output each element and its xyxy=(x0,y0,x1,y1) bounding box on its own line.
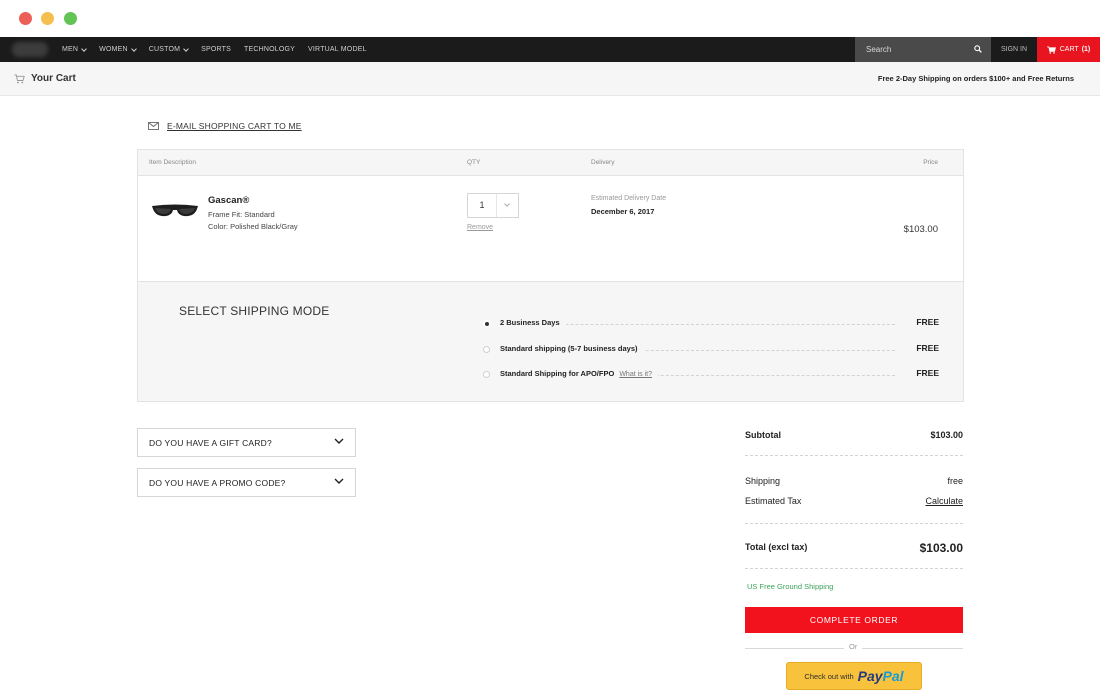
quantity-value: 1 xyxy=(479,200,485,210)
sign-in-link[interactable]: SIGN IN xyxy=(991,37,1037,62)
us-free-shipping-note: US Free Ground Shipping xyxy=(747,582,834,591)
tax-row: Estimated Tax Calculate xyxy=(745,496,963,506)
nav-link-custom[interactable]: CUSTOM xyxy=(148,45,190,53)
window-titlebar xyxy=(0,0,1100,37)
cart-count-badge: (1) xyxy=(1081,46,1091,53)
chevron-down-icon xyxy=(334,438,344,444)
nav-link-virtual-model[interactable]: VIRTUAL MODEL xyxy=(308,46,367,53)
nav-link-label: TECHNOLOGY xyxy=(244,46,296,53)
chevron-down-icon xyxy=(81,45,87,52)
search-box xyxy=(855,37,991,62)
or-label: Or xyxy=(844,642,863,651)
product-color: Color: Polished Black/Gray xyxy=(208,222,298,231)
radio-unselected[interactable] xyxy=(483,371,490,378)
summary-divider xyxy=(745,568,963,569)
tax-label: Estimated Tax xyxy=(745,496,802,506)
estimated-delivery-label: Estimated Delivery Date xyxy=(591,195,667,202)
gift-card-label: DO YOU HAVE A GIFT CARD? xyxy=(149,438,272,448)
calculate-tax-link[interactable]: Calculate xyxy=(925,496,963,506)
chevron-down-icon xyxy=(183,45,190,52)
chevron-down-icon xyxy=(334,478,344,484)
shipping-option-label: 2 Business Days xyxy=(500,318,566,327)
shipping-option-label: Standard Shipping for APO/FPO xyxy=(500,369,615,378)
complete-order-button[interactable]: COMPLETE ORDER xyxy=(745,607,963,633)
item-price: $103.00 xyxy=(903,224,938,235)
mail-icon xyxy=(148,122,159,130)
cart-subheader: Your Cart Free 2-Day Shipping on orders … xyxy=(0,62,1100,96)
subtotal-value: $103.00 xyxy=(930,430,963,440)
shipping-option-standard[interactable]: Standard shipping (5-7 business days) FR… xyxy=(483,343,939,357)
cart-button[interactable]: CART (1) xyxy=(1037,37,1100,62)
paypal-checkout-button[interactable]: Check out with Pay Pal xyxy=(786,662,922,690)
shipping-option-label: Standard shipping (5-7 business days) xyxy=(500,344,644,353)
nav-link-label: MEN xyxy=(62,46,79,53)
total-value: $103.00 xyxy=(919,541,963,555)
nav-link-men[interactable]: MEN xyxy=(62,45,87,53)
close-window-button[interactable] xyxy=(19,12,32,25)
total-label: Total (excl tax) xyxy=(745,542,808,552)
shipping-option-price: FREE xyxy=(916,343,939,353)
product-image[interactable] xyxy=(150,200,200,222)
promo-code-label: DO YOU HAVE A PROMO CODE? xyxy=(149,478,286,488)
paypal-logo-pay: Pay xyxy=(857,668,883,684)
nav-link-label: VIRTUAL MODEL xyxy=(308,46,367,53)
browser-window: MEN WOMEN CUSTOM SPORTS TECHNOLOGY VIRTU… xyxy=(0,0,1100,698)
product-name[interactable]: Gascan® xyxy=(208,195,249,206)
maximize-window-button[interactable] xyxy=(64,12,77,25)
table-header: Item Description QTY Delivery Price xyxy=(138,150,963,176)
search-input[interactable] xyxy=(855,37,967,62)
quantity-select[interactable]: 1 xyxy=(467,193,519,218)
cart-icon xyxy=(14,74,25,84)
paypal-logo-pal: Pal xyxy=(882,668,904,684)
shipping-option-price: FREE xyxy=(916,317,939,327)
shipping-label: Shipping xyxy=(745,476,781,486)
summary-divider xyxy=(745,455,963,456)
nav-link-sports[interactable]: SPORTS xyxy=(201,46,231,53)
remove-item-link[interactable]: Remove xyxy=(467,224,493,231)
header-price: Price xyxy=(923,159,938,166)
nav-link-label: SPORTS xyxy=(201,46,232,53)
nav-link-technology[interactable]: TECHNOLOGY xyxy=(244,46,295,53)
quantity-divider xyxy=(496,194,497,217)
brand-logo[interactable] xyxy=(12,42,48,57)
subtotal-row: Subtotal $103.00 xyxy=(745,430,963,440)
gift-card-accordion[interactable]: DO YOU HAVE A GIFT CARD? xyxy=(137,428,356,457)
chevron-down-icon xyxy=(504,201,510,207)
total-row: Total (excl tax) $103.00 xyxy=(745,541,963,555)
nav-link-label: WOMEN xyxy=(99,46,128,53)
shipping-option-label-wrap: Standard Shipping for APO/FPO What is it? xyxy=(500,369,658,378)
nav-links: MEN WOMEN CUSTOM SPORTS TECHNOLOGY VIRTU… xyxy=(62,37,380,62)
shipping-value: free xyxy=(947,476,963,486)
cart-table: Item Description QTY Delivery Price Gasc… xyxy=(137,149,964,402)
nav-link-label: CUSTOM xyxy=(148,46,181,53)
promo-code-accordion[interactable]: DO YOU HAVE A PROMO CODE? xyxy=(137,468,356,497)
shipping-option-price: FREE xyxy=(916,368,939,378)
radio-unselected[interactable] xyxy=(483,346,490,353)
header-qty: QTY xyxy=(467,159,481,166)
cart-icon xyxy=(1046,46,1056,54)
shipping-row: Shipping free xyxy=(745,476,963,486)
page-title: Your Cart xyxy=(31,73,76,84)
shipping-promo-text: Free 2-Day Shipping on orders $100+ and … xyxy=(877,74,1074,83)
shipping-mode-title: SELECT SHIPPING MODE xyxy=(179,304,330,318)
product-frame-fit: Frame Fit: Standard xyxy=(208,210,275,219)
cart-label: CART xyxy=(1059,46,1079,53)
minimize-window-button[interactable] xyxy=(41,12,54,25)
shipping-option-2-day[interactable]: 2 Business Days FREE xyxy=(483,317,939,331)
paypal-prefix: Check out with xyxy=(804,671,854,681)
email-cart-link[interactable]: E-MAIL SHOPPING CART TO ME xyxy=(148,121,302,131)
header-item-description: Item Description xyxy=(149,159,196,166)
chevron-down-icon xyxy=(130,45,137,52)
what-is-it-link[interactable]: What is it? xyxy=(619,371,652,378)
nav-link-women[interactable]: WOMEN xyxy=(99,45,137,53)
estimated-delivery-date: December 6, 2017 xyxy=(591,207,655,216)
search-icon[interactable] xyxy=(974,45,982,53)
summary-divider xyxy=(745,523,963,524)
shipping-option-apo-fpo[interactable]: Standard Shipping for APO/FPO What is it?… xyxy=(483,368,939,382)
header-delivery: Delivery xyxy=(591,159,615,166)
shipping-mode-section: SELECT SHIPPING MODE 2 Business Days FRE… xyxy=(138,281,963,401)
email-cart-label: E-MAIL SHOPPING CART TO ME xyxy=(167,121,302,131)
subtotal-label: Subtotal xyxy=(745,430,781,440)
radio-selected[interactable] xyxy=(483,320,490,327)
